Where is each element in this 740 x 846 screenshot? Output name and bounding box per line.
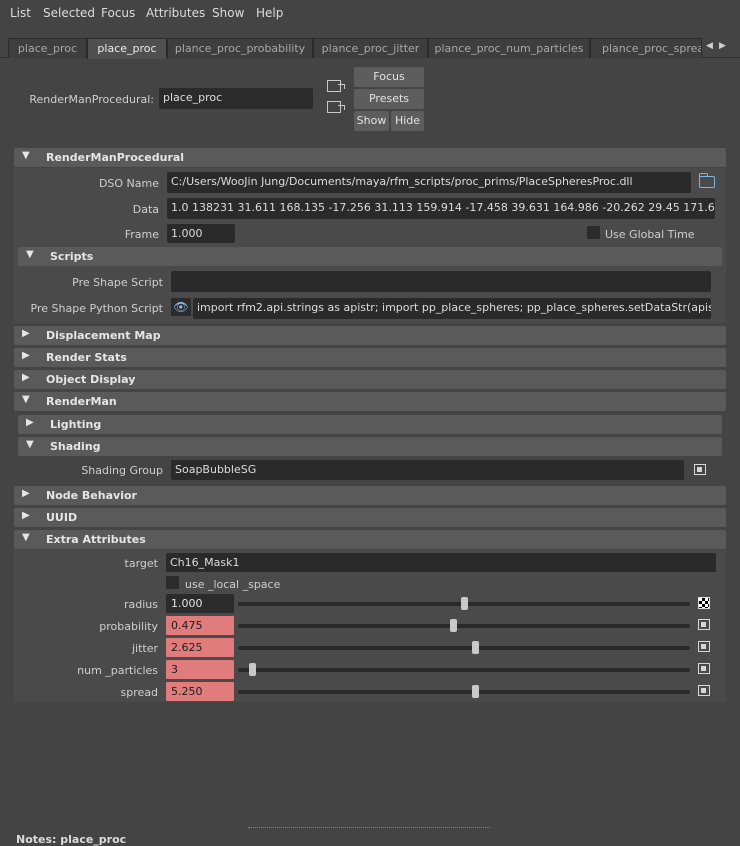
expanded-triangle-icon: ▼ xyxy=(26,249,34,260)
attr-value-field[interactable]: 2.625 xyxy=(166,638,234,657)
attr-slider-track[interactable] xyxy=(238,624,690,628)
attr-slider-handle[interactable] xyxy=(472,685,479,698)
focus-button[interactable]: Focus xyxy=(354,67,424,87)
menu-show[interactable]: Show xyxy=(212,6,244,20)
menu-attributes[interactable]: Attributes xyxy=(146,6,205,20)
use-local-space-checkbox[interactable] xyxy=(166,576,179,589)
section-object-display[interactable]: ▶ Object Display xyxy=(14,370,726,389)
node-name-field[interactable]: place_proc xyxy=(159,88,313,109)
attr-slider-track[interactable] xyxy=(238,690,690,694)
use-global-time-label: Use Global Time xyxy=(605,228,695,241)
folder-icon[interactable] xyxy=(699,173,715,188)
section-lighting[interactable]: ▶ Lighting xyxy=(18,415,722,434)
tab-place-proc-1[interactable]: place_proc xyxy=(8,38,87,58)
show-button[interactable]: Show xyxy=(354,111,389,131)
menu-selected[interactable]: Selected xyxy=(43,6,95,20)
menu-help[interactable]: Help xyxy=(256,6,283,20)
collapsed-triangle-icon: ▶ xyxy=(22,488,30,499)
eye-icon[interactable]: 👁 xyxy=(171,298,191,316)
data-label: Data xyxy=(132,203,159,216)
notes-label: Notes: place_proc xyxy=(16,833,127,846)
section-renderman[interactable]: ▼ RenderMan xyxy=(14,392,726,411)
data-field[interactable]: 1.0 138231 31.611 168.135 -17.256 31.113… xyxy=(167,198,715,219)
expanded-triangle-icon: ▼ xyxy=(22,532,30,543)
connect-map-icon[interactable] xyxy=(698,685,710,696)
use-local-space-label: use _local _space xyxy=(185,578,281,591)
attr-slider-handle[interactable] xyxy=(472,641,479,654)
section-node-behavior[interactable]: ▶ Node Behavior xyxy=(14,486,726,505)
section-shading[interactable]: ▼ Shading xyxy=(18,437,722,456)
connect-map-icon[interactable] xyxy=(698,641,710,652)
section-displacement-map[interactable]: ▶ Displacement Map xyxy=(14,326,726,345)
load-output-icon[interactable] xyxy=(327,101,345,113)
attr-label: spread xyxy=(120,686,159,699)
dso-name-field[interactable]: C:/Users/WooJin Jung/Documents/maya/rfm_… xyxy=(167,172,691,193)
tab-scroll-left-icon[interactable]: ◀ xyxy=(706,41,714,53)
tab-spread[interactable]: plance_proc_spread xyxy=(590,38,702,58)
pre-shape-python-field[interactable]: import rfm2.api.strings as apistr; impor… xyxy=(193,298,711,319)
section-scripts[interactable]: ▼ Scripts xyxy=(18,247,722,266)
attr-slider-handle[interactable] xyxy=(450,619,457,632)
attr-slider-track[interactable] xyxy=(238,646,690,650)
dso-name-label: DSO Name xyxy=(98,177,159,190)
attr-slider-handle[interactable] xyxy=(249,663,256,676)
pre-shape-script-label: Pre Shape Script xyxy=(72,276,163,289)
attr-label: num _particles xyxy=(77,664,158,677)
attr-slider-track[interactable] xyxy=(238,668,690,672)
target-label: target xyxy=(124,557,158,570)
collapsed-triangle-icon: ▶ xyxy=(22,372,30,383)
menu-list[interactable]: List xyxy=(10,6,31,20)
section-uuid[interactable]: ▶ UUID xyxy=(14,508,726,527)
attr-label: probability xyxy=(99,620,158,633)
expanded-triangle-icon: ▼ xyxy=(22,150,30,161)
tab-num-particles[interactable]: plance_proc_num_particles xyxy=(428,38,590,58)
resize-handle[interactable] xyxy=(248,827,490,828)
use-global-time-checkbox[interactable] xyxy=(587,226,600,239)
node-type-label: RenderManProcedural: xyxy=(29,93,154,106)
tab-scroll-right-icon[interactable]: ▶ xyxy=(719,41,727,53)
presets-button[interactable]: Presets xyxy=(354,89,424,109)
attr-value-field[interactable]: 1.000 xyxy=(166,594,234,613)
shading-group-label: Shading Group xyxy=(81,464,163,477)
frame-field[interactable]: 1.000 xyxy=(167,224,235,243)
load-input-icon[interactable] xyxy=(327,80,345,92)
menu-bar: List Selected Focus Attributes Show Help xyxy=(0,0,740,28)
node-tabs: place_proc place_proc plance_proc_probab… xyxy=(0,38,740,59)
attr-value-field[interactable]: 5.250 xyxy=(166,682,234,701)
frame-label: Frame xyxy=(124,228,159,241)
section-rendermanprocedural[interactable]: ▼ RenderManProcedural xyxy=(14,148,726,167)
menu-focus[interactable]: Focus xyxy=(101,6,135,20)
attr-value-field[interactable]: 3 xyxy=(166,660,234,679)
attr-value-field[interactable]: 0.475 xyxy=(166,616,234,635)
collapsed-triangle-icon: ▶ xyxy=(22,350,30,361)
collapsed-triangle-icon: ▶ xyxy=(26,417,34,428)
hide-button[interactable]: Hide xyxy=(391,111,424,131)
pre-shape-script-field[interactable] xyxy=(171,271,711,292)
connect-map-icon[interactable] xyxy=(698,663,710,674)
shading-group-map-icon[interactable] xyxy=(694,464,706,475)
expanded-triangle-icon: ▼ xyxy=(22,394,30,405)
collapsed-triangle-icon: ▶ xyxy=(22,510,30,521)
tab-jitter[interactable]: plance_proc_jitter xyxy=(313,38,428,58)
expanded-triangle-icon: ▼ xyxy=(26,439,34,450)
pre-shape-python-label: Pre Shape Python Script xyxy=(30,302,163,315)
connect-map-icon[interactable] xyxy=(698,619,710,630)
attr-label: radius xyxy=(123,598,158,611)
section-render-stats[interactable]: ▶ Render Stats xyxy=(14,348,726,367)
tab-place-proc-active[interactable]: place_proc xyxy=(87,38,167,59)
tab-probability[interactable]: plance_proc_probability xyxy=(167,38,313,58)
shading-group-field[interactable]: SoapBubbleSG xyxy=(171,460,684,480)
attr-label: jitter xyxy=(131,642,158,655)
collapsed-triangle-icon: ▶ xyxy=(22,328,30,339)
attr-slider-handle[interactable] xyxy=(461,597,468,610)
section-extra-attributes[interactable]: ▼ Extra Attributes xyxy=(14,530,726,549)
target-field[interactable]: Ch16_Mask1 xyxy=(166,553,716,572)
checker-map-icon[interactable] xyxy=(698,597,710,609)
